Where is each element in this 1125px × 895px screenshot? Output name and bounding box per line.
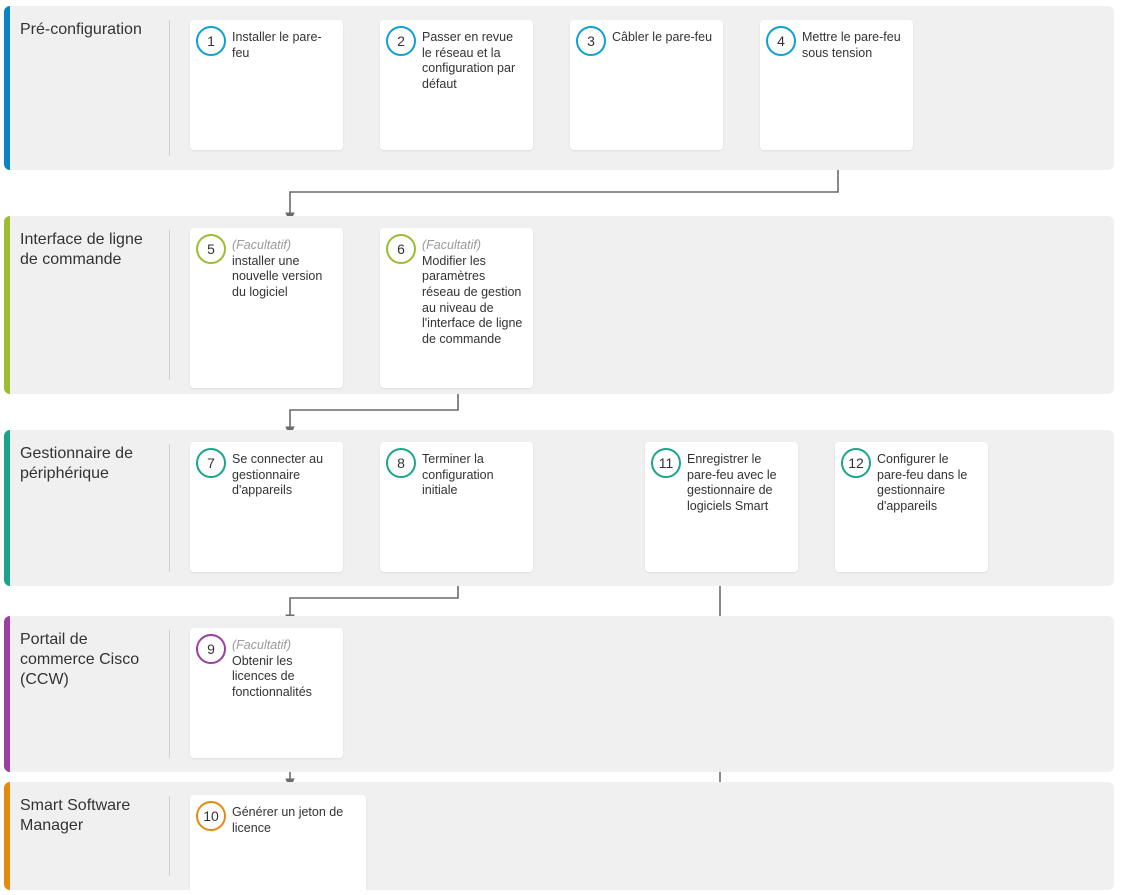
section-accent (4, 216, 10, 394)
section-accent (4, 782, 10, 890)
step-badge: 10 (196, 801, 226, 831)
step-badge: 8 (386, 448, 416, 478)
step-badge: 3 (576, 26, 606, 56)
section-accent (4, 616, 10, 772)
section-divider (169, 444, 170, 572)
step-optional: (Facultatif) (422, 238, 481, 252)
step-card-5: 5 (Facultatif) installer une nouvelle ve… (190, 228, 343, 388)
section-divider (169, 630, 170, 758)
step-text: (Facultatif) Modifier les paramètres rés… (422, 238, 523, 347)
step-badge: 1 (196, 26, 226, 56)
step-badge: 9 (196, 634, 226, 664)
section-divider (169, 230, 170, 380)
step-text: Câbler le pare-feu (612, 30, 713, 46)
step-text: (Facultatif) Obtenir les licences de fon… (232, 638, 333, 701)
step-card-4: 4 Mettre le pare-feu sous tension (760, 20, 913, 150)
step-optional: (Facultatif) (232, 238, 291, 252)
step-card-2: 2 Passer en revue le réseau et la config… (380, 20, 533, 150)
section-title: Interface de ligne de commande (20, 230, 160, 270)
step-text: Passer en revue le réseau et la configur… (422, 30, 523, 93)
step-badge: 7 (196, 448, 226, 478)
step-text: (Facultatif) installer une nouvelle vers… (232, 238, 333, 301)
step-badge: 11 (651, 448, 681, 478)
step-text-inner: Obtenir les licences de fonctionnalités (232, 654, 312, 699)
step-card-7: 7 Se connecter au gestionnaire d'apparei… (190, 442, 343, 572)
step-card-8: 8 Terminer la configuration initiale (380, 442, 533, 572)
step-text: Générer un jeton de licence (232, 805, 356, 836)
step-card-6: 6 (Facultatif) Modifier les paramètres r… (380, 228, 533, 388)
section-title: Smart Software Manager (20, 796, 160, 836)
step-text: Configurer le pare-feu dans le gestionna… (877, 452, 978, 515)
section-title: Pré-configuration (20, 20, 142, 40)
section-cli: Interface de ligne de commande (4, 216, 1114, 394)
flow-diagram: Pré-configuration Interface de ligne de … (0, 0, 1125, 894)
step-text: Mettre le pare-feu sous tension (802, 30, 903, 61)
step-text-inner: installer une nouvelle version du logici… (232, 254, 322, 299)
section-title: Gestionnaire de périphérique (20, 444, 160, 484)
step-text: Terminer la configuration initiale (422, 452, 523, 499)
step-text: Enregistrer le pare-feu avec le gestionn… (687, 452, 788, 515)
section-pre-configuration: Pré-configuration (4, 6, 1114, 170)
step-optional: (Facultatif) (232, 638, 291, 652)
step-badge: 2 (386, 26, 416, 56)
section-title: Portail de commerce Cisco (CCW) (20, 630, 160, 690)
step-badge: 5 (196, 234, 226, 264)
step-card-3: 3 Câbler le pare-feu (570, 20, 723, 150)
step-card-9: 9 (Facultatif) Obtenir les licences de f… (190, 628, 343, 758)
step-card-10: 10 Générer un jeton de licence (190, 795, 366, 895)
section-accent (4, 6, 10, 170)
section-accent (4, 430, 10, 586)
section-divider (169, 20, 170, 156)
step-badge: 6 (386, 234, 416, 264)
section-ccw: Portail de commerce Cisco (CCW) (4, 616, 1114, 772)
step-card-11: 11 Enregistrer le pare-feu avec le gesti… (645, 442, 798, 572)
step-badge: 4 (766, 26, 796, 56)
step-badge: 12 (841, 448, 871, 478)
step-text: Installer le pare-feu (232, 30, 333, 61)
section-ssm: Smart Software Manager (4, 782, 1114, 890)
section-divider (169, 796, 170, 876)
step-card-1: 1 Installer le pare-feu (190, 20, 343, 150)
step-text-inner: Modifier les paramètres réseau de gestio… (422, 254, 522, 346)
step-card-12: 12 Configurer le pare-feu dans le gestio… (835, 442, 988, 572)
step-text: Se connecter au gestionnaire d'appareils (232, 452, 333, 499)
